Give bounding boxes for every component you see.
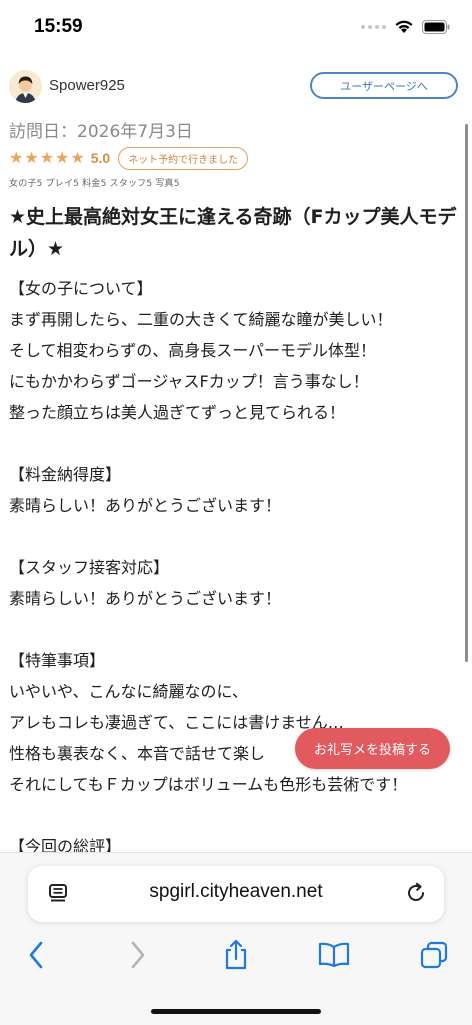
- review-line: まず再開したら、二重の大きくて綺麗な瞳が美しい！: [9, 310, 393, 329]
- review-line: 素晴らしい！ありがとうございます！: [9, 589, 282, 608]
- review-line: 【特筆事項】: [9, 651, 106, 670]
- review-line-blank: [9, 800, 469, 831]
- review-line-blank: [9, 428, 469, 459]
- review-line: 整った顔立ちは美人過ぎてずっと見てられる！: [9, 403, 346, 422]
- browser-toolbar: [0, 933, 472, 977]
- url-text[interactable]: spgirl.cityheaven.net: [28, 881, 444, 903]
- net-reservation-badge: ネット予約で行きました: [118, 146, 249, 170]
- review-line: そして相変わらずの、高身長スーパーモデル体型！: [9, 341, 377, 360]
- wifi-icon: [394, 19, 414, 34]
- review-line: 【スタッフ接客対応】: [9, 558, 170, 577]
- reviewer-name[interactable]: Spower925: [49, 77, 125, 94]
- reviewer-row: Spower925 ユーザーページへ: [9, 70, 463, 106]
- cellular-signal-icon: [361, 24, 386, 29]
- review-line: 【料金納得度】: [9, 465, 122, 484]
- forward-icon[interactable]: [114, 933, 162, 977]
- bookmarks-icon[interactable]: [310, 933, 358, 977]
- reload-icon[interactable]: [405, 882, 427, 908]
- review-line: 【女の子について】: [9, 279, 153, 298]
- review-line: にもかかわらずゴージャスFカップ！言う事なし！: [9, 372, 369, 391]
- review-line: いやいや、こんなに綺麗なのに、: [9, 682, 249, 701]
- back-icon[interactable]: [12, 933, 60, 977]
- star-icon: ★: [55, 148, 70, 167]
- status-bar: 15:59: [0, 0, 472, 56]
- star-rating: ★ ★ ★ ★ ★: [9, 150, 85, 166]
- review-body: 【女の子について】 まず再開したら、二重の大きくて綺麗な瞳が美しい！ そして相変…: [9, 273, 469, 862]
- address-bar[interactable]: spgirl.cityheaven.net: [28, 866, 444, 922]
- star-icon: ★: [70, 148, 85, 167]
- star-icon: ★: [9, 148, 24, 167]
- avatar[interactable]: [9, 70, 42, 103]
- scroll-indicator[interactable]: [465, 124, 468, 662]
- review-line-blank: [9, 521, 469, 552]
- post-thank-you-photo-button[interactable]: お礼写メを投稿する: [295, 728, 450, 769]
- share-icon[interactable]: [212, 933, 260, 977]
- status-time: 15:59: [34, 16, 83, 37]
- home-indicator: [151, 1009, 321, 1014]
- star-icon: ★: [39, 148, 55, 167]
- review-title: ★史上最高絶対女王に逢える奇跡（Fカップ美人モデル）★: [9, 206, 457, 260]
- visit-date: 訪問日：2026年7月3日: [9, 122, 193, 142]
- review-line: 素晴らしい！ありがとうございます！: [9, 496, 282, 515]
- category-scores: 女の子5 プレイ5 料金5 スタッフ5 写真5: [9, 179, 180, 189]
- status-icons: [361, 19, 450, 34]
- browser-bottom-bar: spgirl.cityheaven.net: [0, 852, 472, 1025]
- rating-row: ★ ★ ★ ★ ★ 5.0 ネット予約で行きました: [9, 146, 249, 170]
- review-line-blank: [9, 614, 469, 645]
- rating-value: 5.0: [90, 150, 111, 166]
- battery-icon: [422, 19, 450, 34]
- tabs-icon[interactable]: [410, 933, 458, 977]
- review-line: それにしてもＦカップはボリュームも色形も芸術です！: [9, 775, 408, 794]
- star-icon: ★: [24, 148, 39, 167]
- user-page-button[interactable]: ユーザーページへ: [310, 72, 458, 99]
